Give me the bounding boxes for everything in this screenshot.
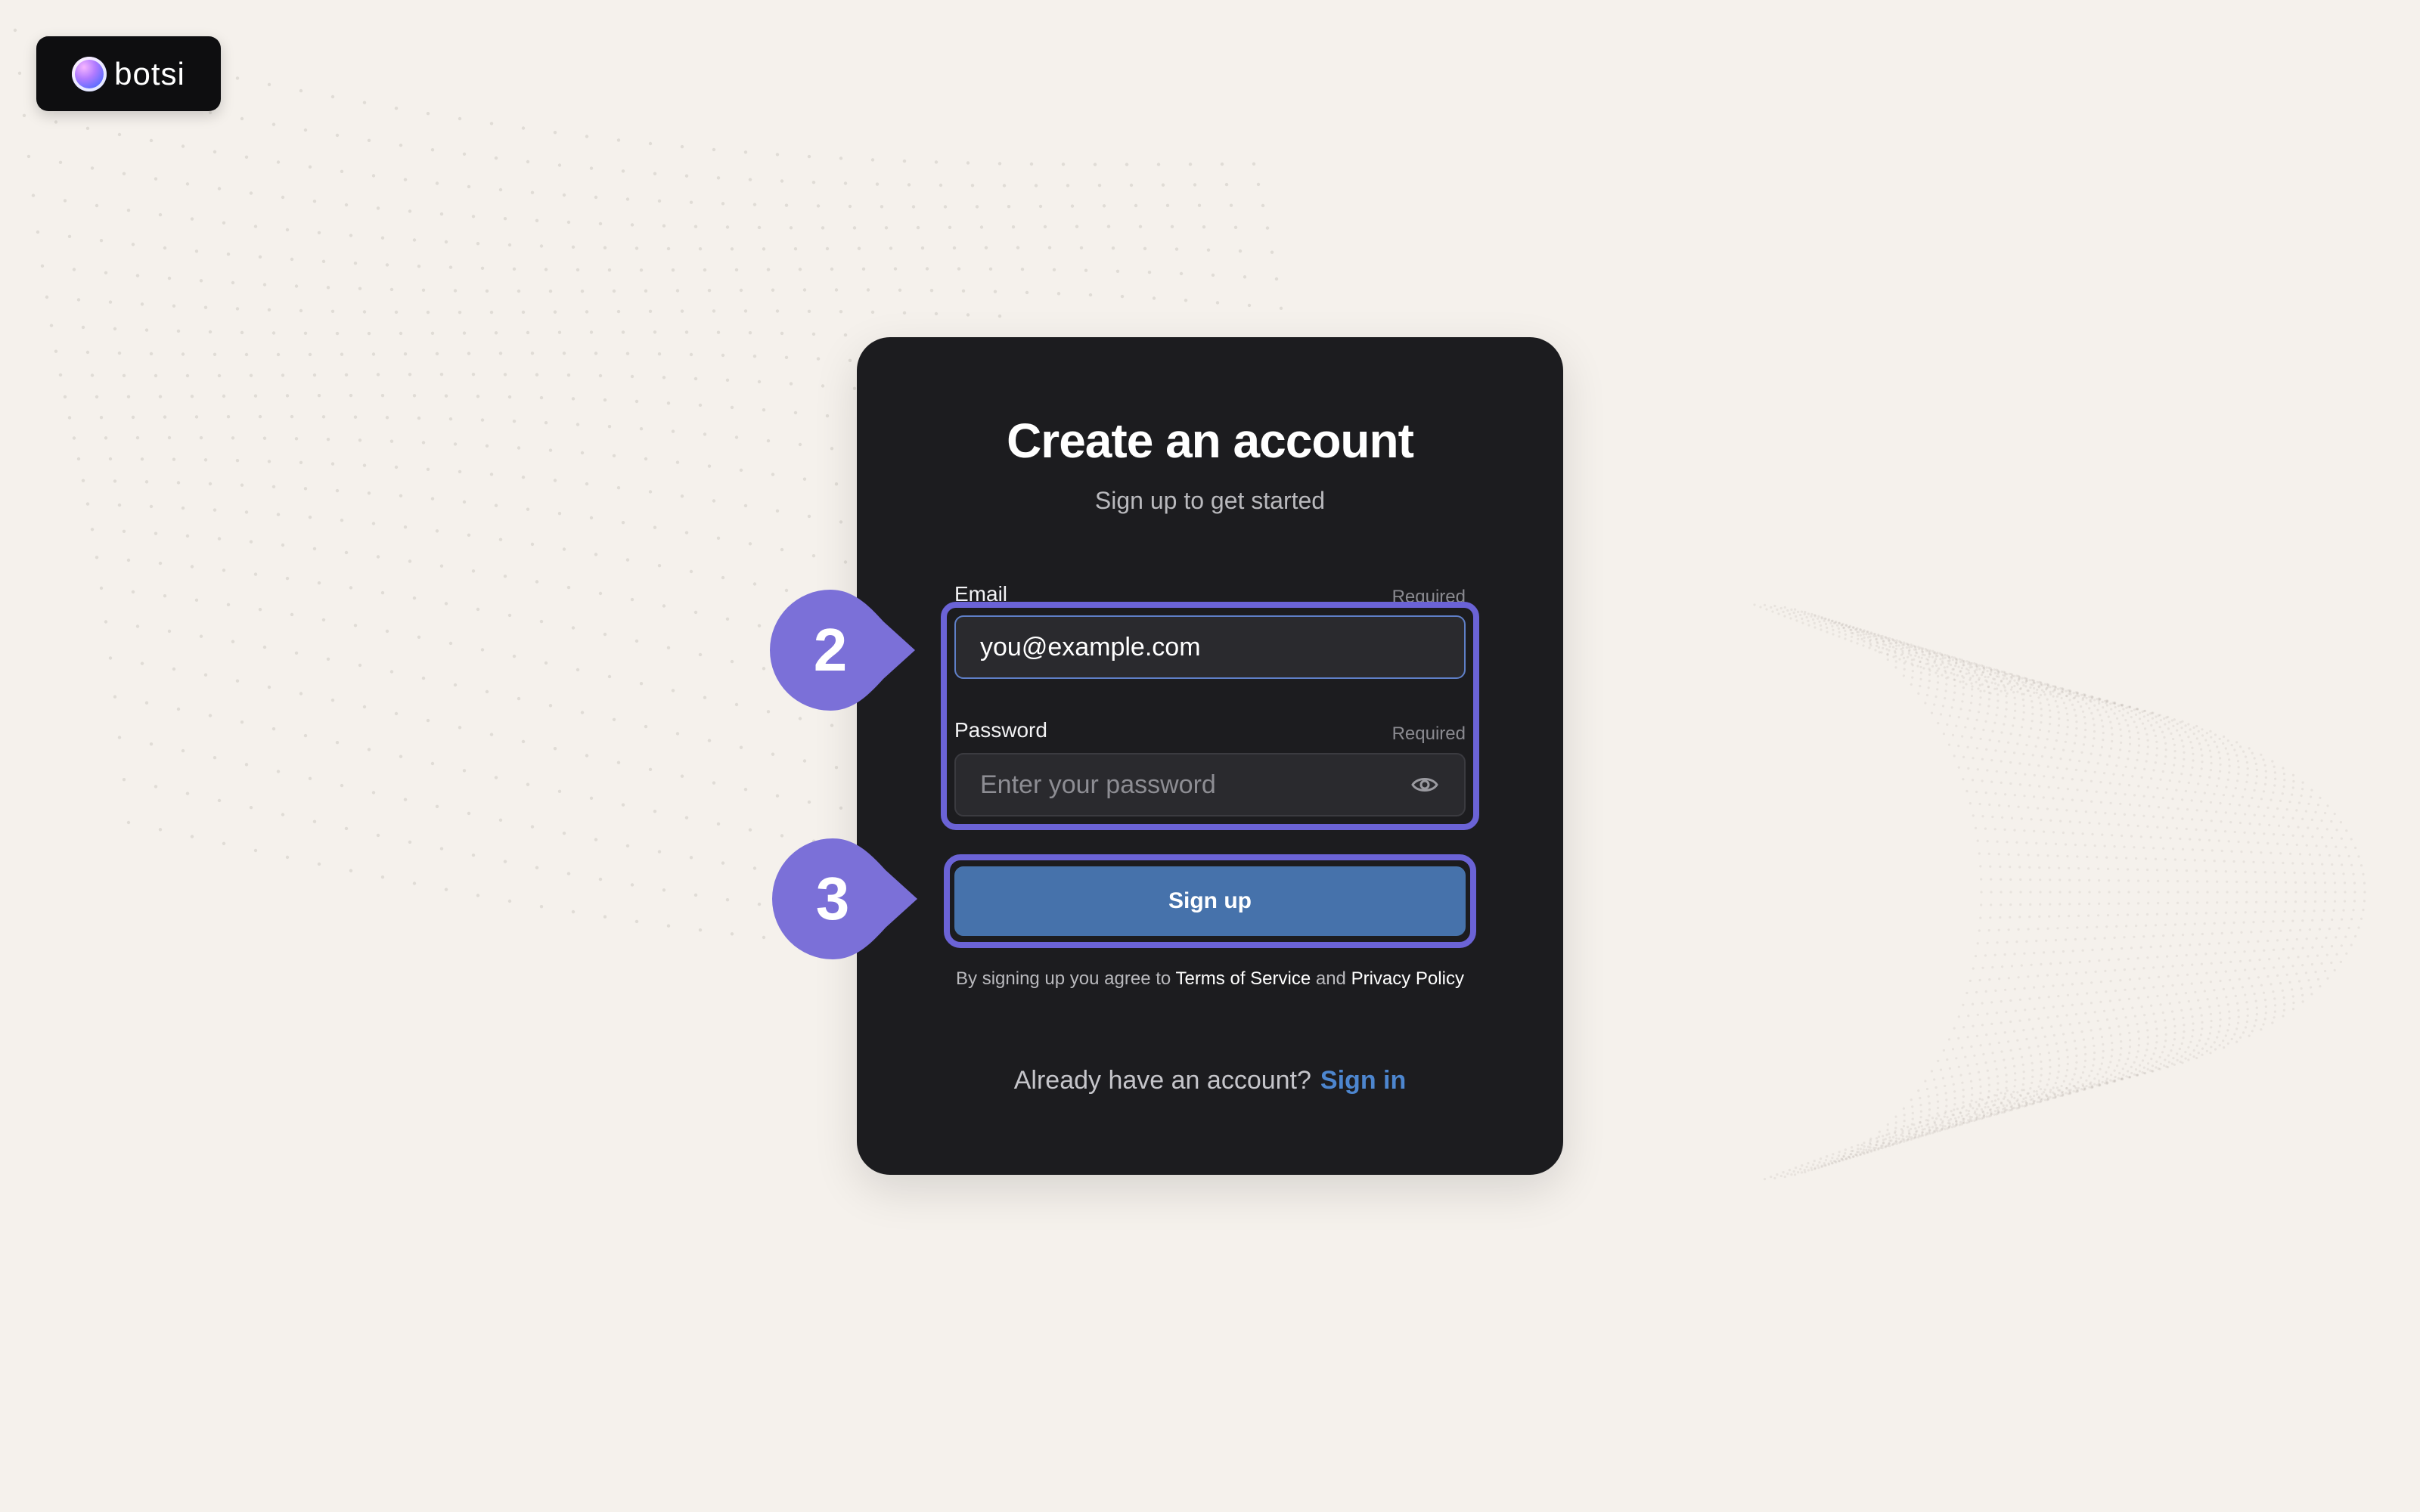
botsi-logo[interactable]: botsi xyxy=(36,36,221,111)
privacy-link[interactable]: Privacy Policy xyxy=(1351,968,1464,989)
legal-notice: By signing up you agree to Terms of Serv… xyxy=(954,966,1466,991)
step-marker-2: 2 xyxy=(770,590,936,711)
step-number-2: 2 xyxy=(813,616,848,683)
fields-highlight-outline xyxy=(941,602,1479,830)
logo-orb-icon xyxy=(72,56,107,91)
step-marker-3: 3 xyxy=(772,838,939,959)
step-number-3: 3 xyxy=(815,865,850,932)
signin-prompt: Already have an account? xyxy=(1013,1066,1311,1095)
legal-and: and xyxy=(1311,968,1351,989)
signin-row: Already have an account? Sign in xyxy=(857,1066,1563,1095)
signin-link[interactable]: Sign in xyxy=(1320,1066,1406,1095)
legal-prefix: By signing up you agree to xyxy=(956,968,1176,989)
page: botsi Create an account Sign up to get s… xyxy=(0,0,2420,1512)
page-subtitle: Sign up to get started xyxy=(1094,487,1326,514)
signup-card: Create an account Sign up to get started… xyxy=(857,337,1563,1175)
page-title: Create an account xyxy=(1007,414,1414,468)
signup-button-highlight-outline xyxy=(944,854,1476,948)
terms-link[interactable]: Terms of Service xyxy=(1175,968,1311,989)
logo-text: botsi xyxy=(114,55,185,91)
